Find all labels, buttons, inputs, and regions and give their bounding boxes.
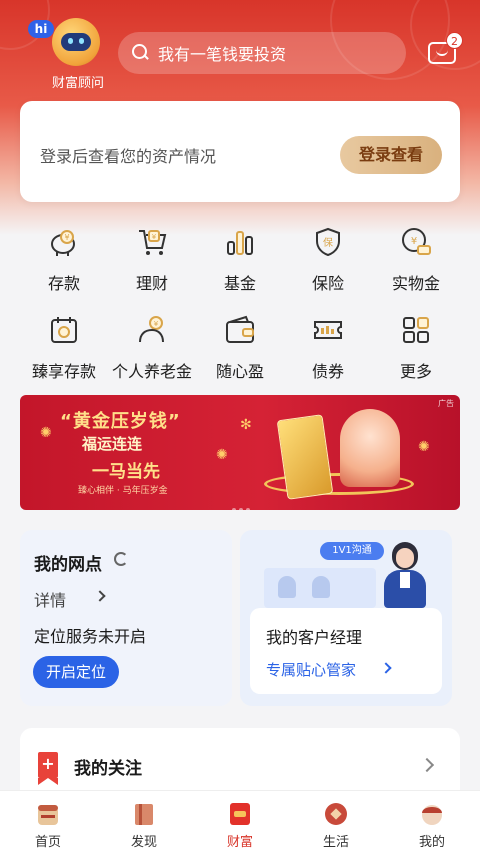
banner-slogan: 一马当先 [92,462,160,482]
shield-icon: 保 [312,226,344,258]
manager-title: 我的客户经理 [266,628,363,647]
manager-subtitle-link[interactable]: 专属贴心管家 [266,659,356,680]
service-label: 债券 [311,362,344,381]
service-physical-gold[interactable]: ¥ 实物金 [372,222,460,293]
service-label: 更多 [399,362,432,381]
piggy-bank-icon: ¥ [48,226,80,258]
service-label: 存款 [47,274,80,293]
banner-headline: “黄金压岁钱” [60,411,181,432]
service-suixinying[interactable]: 随心盈 [196,310,284,381]
chevron-right-icon [94,590,106,602]
wallet-icon [224,314,256,346]
search-icon [132,44,150,62]
svg-text:¥: ¥ [411,236,417,247]
service-personal-pension[interactable]: ¥ 个人养老金 [108,310,196,381]
service-insurance[interactable]: 保 保险 [284,222,372,293]
horse-figure-image [340,409,400,487]
search-placeholder: 我有一笔钱要投资 [158,45,287,64]
login-tip: 登录后查看您的资产情况 [40,147,217,166]
service-wealth[interactable]: ¥ 理财 [108,222,196,293]
gold-icon: ¥ [400,226,432,258]
service-label: 个人养老金 [111,362,192,381]
service-label: 保险 [311,274,344,293]
elder-icon: ¥ [136,314,168,346]
service-deposit[interactable]: ¥ 存款 [20,222,108,293]
bottom-tab-bar: 首页 发现 财富 生活 我的 [0,790,480,853]
bookmark-plus-icon: + [38,752,58,785]
enable-location-button[interactable]: 开启定位 [33,656,119,688]
wealth-advisor-button[interactable]: hi 财富顾问 [28,14,116,92]
manager-avatar-icon [382,542,428,608]
chevron-right-icon [419,757,435,773]
hi-badge: hi [28,20,54,38]
svg-text:保: 保 [323,236,333,249]
tab-profile[interactable]: 我的 [384,791,480,853]
home-icon [35,801,61,827]
service-more[interactable]: 更多 [372,310,460,381]
login-view-button[interactable]: 登录查看 [340,136,442,174]
location-status: 定位服务未开启 [34,627,147,646]
service-fund[interactable]: 基金 [196,222,284,293]
tab-label: 我的 [418,835,445,850]
wealth-icon [227,801,253,827]
message-count-badge: 2 [446,32,463,49]
service-premium-deposit[interactable]: 臻享存款 [20,310,108,381]
ad-tag: 广告 [438,399,454,408]
firework-icon: ✻ [240,417,252,433]
tab-label: 首页 [34,835,61,850]
branch-detail-link[interactable]: 详情 [34,587,66,611]
refresh-icon[interactable] [114,552,128,566]
one-on-one-badge: 1V1沟通 [320,542,384,560]
my-branch-card: 我的网点 详情 定位服务未开启 开启定位 [20,530,232,706]
service-bonds[interactable]: 债券 [284,310,372,381]
promo-banner[interactable]: “黄金压岁钱” 福运连连 一马当先 臻心相伴 · 马年压岁金 广告 ✺ ✺ ✻ … [20,395,460,510]
branch-title: 我的网点 [34,555,102,575]
login-card: 登录后查看您的资产情况 登录查看 [20,101,460,202]
service-grid: ¥ 存款 ¥ 理财 基金 保 保险 ¥ 实物金 臻享存款 ¥ 个人养老金 随心盈… [20,222,460,384]
manager-info-panel [250,608,442,694]
carousel-indicator [232,497,253,510]
service-label: 基金 [223,274,256,293]
bar-chart-icon [224,226,256,258]
firework-icon: ✺ [216,447,228,463]
tab-discover[interactable]: 发现 [96,791,192,853]
customer-manager-card[interactable]: 1V1沟通 我的客户经理 专属贴心管家 [240,530,452,706]
discover-icon [131,801,157,827]
grid-icon [400,314,432,346]
calendar-icon [48,314,80,346]
banner-subline: 福运连连 [82,435,143,453]
service-label: 臻享存款 [31,362,96,381]
svg-text:¥: ¥ [154,320,159,328]
follow-title: 我的关注 [74,759,142,779]
tab-label: 财富 [226,835,253,850]
advisor-label: 财富顾问 [51,76,104,91]
tab-wealth[interactable]: 财富 [192,791,288,853]
profile-icon [419,801,445,827]
cart-icon: ¥ [136,226,168,258]
life-icon [323,801,349,827]
gold-bar-image [276,414,334,500]
message-button[interactable]: 2 [428,32,463,66]
firework-icon: ✺ [418,439,430,455]
svg-text:¥: ¥ [64,233,69,242]
robot-avatar-icon [52,18,100,66]
service-label: 实物金 [391,274,440,293]
tab-label: 生活 [322,835,349,850]
tab-label: 发现 [130,835,157,850]
video-call-illustration [264,568,376,608]
tab-home[interactable]: 首页 [0,791,96,853]
service-label: 随心盈 [215,362,264,381]
firework-icon: ✺ [40,425,52,441]
ticket-icon [312,314,344,346]
search-input[interactable]: 我有一笔钱要投资 [118,32,406,74]
banner-caption: 臻心相伴 · 马年压岁金 [78,486,168,496]
tab-life[interactable]: 生活 [288,791,384,853]
service-label: 理财 [135,274,168,293]
svg-text:¥: ¥ [152,233,157,241]
